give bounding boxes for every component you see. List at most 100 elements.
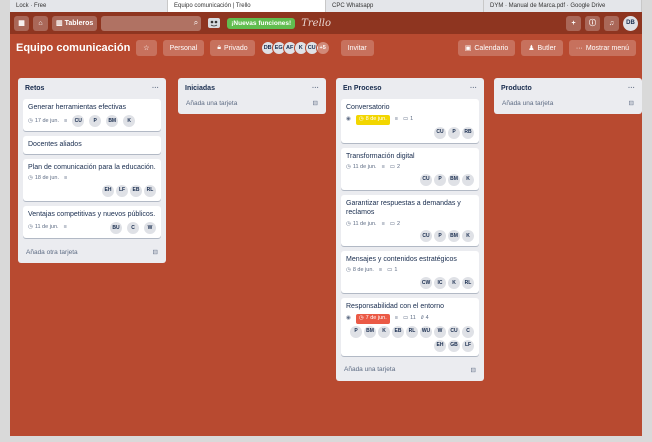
due-date-badge: ◷ 17 de jun. <box>28 118 59 125</box>
visibility-button[interactable]: 🔒︎ Privado <box>210 40 255 56</box>
info-button[interactable]: ⓘ <box>585 15 600 31</box>
add-card-label: Añada una tarjeta <box>344 366 396 374</box>
list-header[interactable]: Iniciadas ··· <box>183 82 321 94</box>
apps-grid-button[interactable]: ▦ <box>14 15 29 31</box>
list-title[interactable]: Producto <box>501 85 532 92</box>
trello-logo[interactable]: Trello <box>301 18 331 29</box>
browser-tab[interactable]: Lock · Free <box>10 0 168 12</box>
due-date-badge: ◷ 18 de jun. <box>28 175 59 182</box>
list-menu-icon[interactable]: ··· <box>470 85 477 92</box>
due-soon-badge: ◷ 8 de jun. <box>355 115 390 125</box>
card-badges: ◷ 11 de jun. ≡ BU C W <box>28 222 156 235</box>
star-icon: ☆ <box>143 45 150 52</box>
board-title[interactable]: Equipo comunicación <box>16 42 130 54</box>
card[interactable]: Responsabilidad con el entorno ◉ ◷ 7 de j… <box>341 297 479 356</box>
due-date-text: 8 de jun. <box>365 116 387 123</box>
new-features-button[interactable]: ¡Nuevas funciones! <box>227 17 296 29</box>
member-avatar: CW <box>420 276 432 289</box>
card-badges: ◷ 18 de jun. ≡ <box>28 175 156 182</box>
description-icon: ≡ <box>63 175 68 182</box>
member-avatar: RL <box>144 184 156 197</box>
boards-label: Tableros <box>64 19 94 27</box>
add-card-button[interactable]: Añada una tarjeta ⊟ <box>183 96 321 110</box>
description-icon: ≡ <box>394 116 398 123</box>
card[interactable]: Conversatorio ◉ ◷ 8 de jun. ≡ ▭ 1 CU P RB <box>341 99 479 143</box>
comment-icon: ▭ <box>402 116 409 123</box>
board-canvas: Retos ··· Generar herramientas efectivas … <box>18 64 642 436</box>
description-icon: ≡ <box>381 220 385 227</box>
boards-button[interactable]: ▥ Tableros <box>52 15 98 31</box>
description-icon: ≡ <box>63 224 67 231</box>
list-menu-icon[interactable]: ··· <box>628 85 635 92</box>
list-header[interactable]: En Proceso ··· <box>341 82 479 94</box>
comment-icon: ▭ <box>402 315 409 322</box>
card-badges: ◉ ◷ 8 de jun. ≡ ▭ 1 <box>346 115 474 125</box>
browser-tab[interactable]: CPC Whatsapp <box>326 0 484 12</box>
home-button[interactable]: ⌂ <box>33 15 48 31</box>
card-title: Mensajes y contenidos estratégicos <box>346 256 457 264</box>
card-title: Conversatorio <box>346 104 390 111</box>
list-header[interactable]: Producto ··· <box>499 82 637 94</box>
description-icon: ≡ <box>381 164 385 171</box>
card[interactable]: Garantizar respuestas a demandas y recla… <box>341 194 479 247</box>
template-icon[interactable]: ⊟ <box>153 248 158 256</box>
list-menu-icon[interactable]: ··· <box>152 85 159 92</box>
card[interactable]: Docentes aliados <box>23 136 161 154</box>
list-title[interactable]: Retos <box>25 85 44 92</box>
search-input[interactable]: ⌕ <box>101 15 202 31</box>
member-avatar: LF <box>116 184 128 197</box>
add-card-button[interactable]: Añada otra tarjeta ⊟ <box>23 245 161 259</box>
card-title: Ventajas competitivas y nuevos públicos. <box>28 210 156 218</box>
browser-tab-active[interactable]: Equipo comunicación | Trello <box>168 0 326 12</box>
star-button[interactable]: ☆ <box>136 40 157 56</box>
list-title[interactable]: Iniciadas <box>185 85 215 92</box>
member-avatar: C <box>462 325 474 338</box>
show-menu-button[interactable]: ··· Mostrar menú <box>568 40 636 56</box>
comments-badge: ▭ 1 <box>387 267 397 274</box>
calendar-label: Calendario <box>474 44 509 52</box>
member-avatar: RL <box>406 325 418 338</box>
add-card-button[interactable]: Añada una tarjeta ⊟ <box>341 363 479 377</box>
butler-button[interactable]: ♟ Butler <box>521 40 563 56</box>
due-date-text: 8 de jun. <box>352 267 374 274</box>
description-icon: ≡ <box>394 315 398 322</box>
list-en-proceso: En Proceso ··· Conversatorio ◉ ◷ 8 de jun.… <box>336 78 484 381</box>
board-members: DB EG AF K CU +5 <box>260 41 330 55</box>
search-icon: ⌕ <box>193 18 199 27</box>
card[interactable]: Ventajas competitivas y nuevos públicos.… <box>23 205 161 239</box>
card[interactable]: Mensajes y contenidos estratégicos ◷ 8 de… <box>341 251 479 293</box>
card[interactable]: Generar herramientas efectivas ◷ 17 de ju… <box>23 99 161 132</box>
comments-badge: ▭ 2 <box>390 164 400 171</box>
invite-button[interactable]: Invitar <box>340 40 374 56</box>
more-members-avatar[interactable]: +5 <box>315 41 330 55</box>
list-header[interactable]: Retos ··· <box>23 82 161 94</box>
list-title[interactable]: En Proceso <box>343 85 382 92</box>
browser-tab-strip: Lock · Free Equipo comunicación | Trello… <box>10 0 642 12</box>
create-button[interactable]: + <box>566 15 581 31</box>
browser-tab[interactable]: DYM · Manual de Marca.pdf · Google Drive <box>484 0 642 12</box>
card-members: P BM K EB RL WU W CU C EH GB LF <box>346 325 474 352</box>
clock-icon: ◷ <box>346 220 351 227</box>
comment-count: 2 <box>397 164 401 171</box>
template-icon[interactable]: ⊟ <box>471 366 476 374</box>
notifications-button[interactable]: ♫ <box>604 15 619 31</box>
show-menu-label: Mostrar menú <box>585 44 629 52</box>
member-avatar: EH <box>102 184 114 197</box>
card[interactable]: Transformación digital ◷ 11 de jun. ≡ ▭ 2 … <box>341 147 479 190</box>
list-retos: Retos ··· Generar herramientas efectivas … <box>18 78 166 264</box>
user-avatar[interactable]: DB <box>623 15 638 31</box>
template-icon[interactable]: ⊟ <box>313 99 318 107</box>
card[interactable]: Plan de comunicación para la educación. … <box>23 158 161 201</box>
card-members: CW IC K RL <box>346 276 474 289</box>
list-menu-icon[interactable]: ··· <box>312 85 319 92</box>
clock-icon: ◷ <box>358 116 364 123</box>
member-avatar: LF <box>462 339 474 352</box>
bell-icon: ♫ <box>608 19 615 27</box>
template-icon[interactable]: ⊟ <box>629 99 634 107</box>
team-button[interactable]: Personal <box>162 40 205 56</box>
taco-mascot-icon <box>208 18 221 28</box>
member-avatar: K <box>378 325 390 338</box>
member-avatar: CU <box>72 115 85 128</box>
add-card-button[interactable]: Añada una tarjeta ⊟ <box>499 96 637 110</box>
calendar-button[interactable]: ▣ Calendario <box>457 40 516 56</box>
